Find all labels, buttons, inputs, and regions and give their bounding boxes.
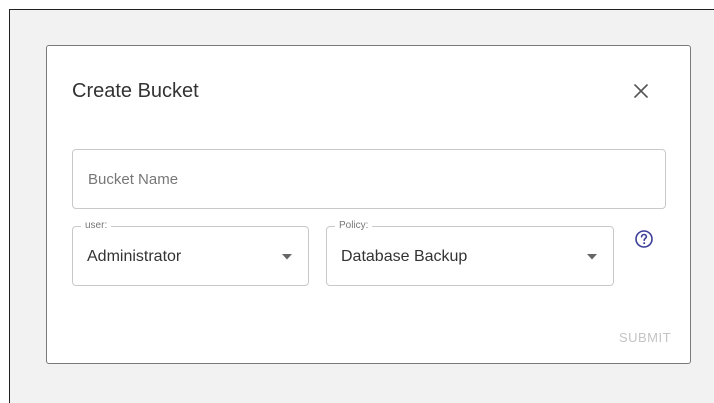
help-button[interactable] — [634, 229, 654, 249]
help-circle-icon — [635, 230, 653, 248]
user-select[interactable]: user: Administrator — [72, 220, 309, 286]
dropdown-arrow-icon — [587, 254, 597, 260]
policy-select-value: Database Backup — [341, 248, 468, 265]
bucket-name-input[interactable] — [73, 150, 665, 208]
policy-select-label: Policy: — [335, 220, 373, 232]
dropdown-arrow-icon — [282, 254, 292, 260]
close-icon — [634, 84, 648, 98]
user-select-value: Administrator — [87, 248, 182, 265]
close-button[interactable] — [627, 77, 655, 105]
dialog-title: Create Bucket — [72, 80, 199, 102]
policy-select[interactable]: Policy: Database Backup — [326, 220, 614, 286]
user-select-label: user: — [81, 220, 112, 232]
create-bucket-dialog: Create Bucket user: Administrator Policy… — [46, 45, 691, 364]
bucket-name-field — [72, 149, 666, 209]
submit-button[interactable]: SUBMIT — [610, 327, 680, 347]
